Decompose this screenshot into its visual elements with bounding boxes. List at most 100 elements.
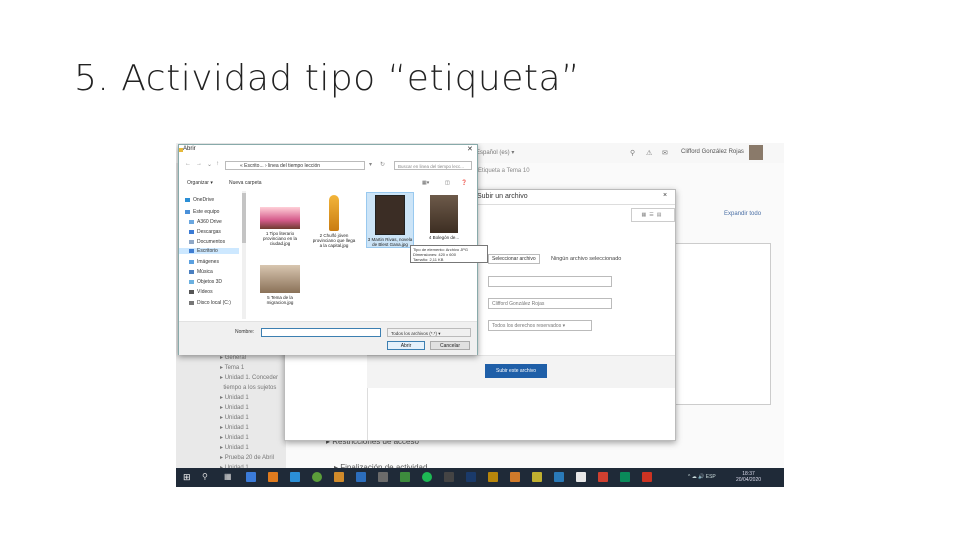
image-thumbnail	[260, 207, 300, 229]
license-select[interactable]: Todos los derechos reservados ▾	[488, 320, 592, 331]
preview-pane-icon[interactable]: ◫	[445, 180, 450, 186]
taskbar-app-icon[interactable]	[642, 472, 652, 482]
taskbar-app-icon[interactable]	[620, 472, 630, 482]
file-tile[interactable]: 1 Tipo literario provinciano en la ciuda…	[257, 193, 303, 246]
clock[interactable]: 18:37 20/04/2020	[736, 471, 761, 483]
view-mode-icons[interactable]: ▦☰▤	[631, 208, 675, 222]
cancel-button[interactable]: Cancelar	[430, 341, 470, 350]
taskbar: ⊞ ⚲ ▦ ^ ☁ 🔊 ESP 18:37 20/04/2020	[176, 468, 784, 487]
address-bar[interactable]: « Escrito... › linea del tiempo lección	[225, 161, 365, 170]
nav-item[interactable]: ▸ Unidad 1	[220, 403, 290, 413]
file-name: 2 Chulfó jóven provinciano que llega a l…	[312, 233, 356, 248]
up-arrow-icon[interactable]: ↑	[216, 161, 219, 167]
file-tile[interactable]: 2 Chulfó jóven provinciano que llega a l…	[311, 193, 357, 248]
close-icon[interactable]: ✕	[467, 145, 473, 153]
forward-arrow-icon[interactable]: →	[196, 161, 202, 167]
nav-item[interactable]: ▸ Unidad 1	[220, 413, 290, 423]
taskbar-app-icon[interactable]	[466, 472, 476, 482]
file-tile[interactable]: 5 Tema de la migracion.jpg	[257, 263, 303, 305]
vscode-icon[interactable]	[356, 472, 366, 482]
search-icon[interactable]: ⚲	[202, 472, 212, 482]
help-icon[interactable]: ❓	[461, 180, 467, 186]
course-nav: ▸ General ▸ Tema 1 ▸ Unidad 1. Conceder …	[220, 353, 290, 473]
tree-item-videos[interactable]: Vídeos	[189, 289, 213, 295]
tree-item-documents[interactable]: Documentos	[189, 239, 225, 245]
image-thumbnail	[430, 195, 458, 233]
task-view-icon[interactable]: ▦	[224, 472, 234, 482]
clock-date: 20/04/2020	[736, 477, 762, 483]
back-arrow-icon[interactable]: ←	[185, 161, 191, 167]
avatar[interactable]	[749, 145, 763, 160]
filetype-select[interactable]: Todos los archivos (*.*) ▾	[387, 328, 471, 337]
filename-input[interactable]	[261, 328, 381, 337]
nav-item[interactable]: ▸ Unidad 1	[220, 393, 290, 403]
messages-icon[interactable]: ✉	[662, 149, 668, 157]
tree-item-onedrive[interactable]: OneDrive	[185, 197, 214, 203]
nav-item[interactable]: ▸ Unidad 1	[220, 443, 290, 453]
organize-menu[interactable]: Organizar ▾	[187, 180, 213, 186]
save-as-field[interactable]	[488, 276, 612, 287]
dropdown-icon[interactable]: ▾	[369, 161, 372, 168]
nav-item[interactable]: ▸ Unidad 1. Conceder	[220, 373, 290, 383]
tree-item-music[interactable]: Música	[189, 269, 213, 275]
tree-item-downloads[interactable]: Descargas	[189, 229, 221, 235]
spotify-icon[interactable]	[422, 472, 432, 482]
nav-item[interactable]: ▸ Tema 1	[220, 363, 290, 373]
slide-title: 5. Actividad tipo “etiqueta”	[74, 58, 581, 99]
filename-label: Nombre:	[235, 329, 255, 335]
tree-item-this-pc[interactable]: Este equipo	[185, 209, 219, 215]
search-icon[interactable]: ⚲	[630, 149, 635, 157]
open-button[interactable]: Abrir	[387, 341, 425, 350]
expand-all-link[interactable]: Expandir todo	[724, 211, 761, 217]
nav-item[interactable]: tiempo a los sujetos	[220, 383, 290, 393]
windows-start-icon[interactable]: ⊞	[183, 473, 191, 482]
tree-item-3d-objects[interactable]: Objetos 3D	[189, 279, 222, 285]
no-file-text: Ningún archivo seleccionado	[551, 256, 622, 262]
file-tile-selected[interactable]: 3 Martin Rivas, novela de Blest Gana.jpg	[366, 192, 414, 248]
tooltip-size: Tamaño: 2,11 KB	[413, 257, 444, 262]
taskbar-app-icon[interactable]	[246, 472, 256, 482]
taskbar-app-icon[interactable]	[400, 472, 410, 482]
taskbar-app-icon[interactable]	[334, 472, 344, 482]
language-menu[interactable]: Español (es) ▾	[476, 149, 514, 156]
nav-item[interactable]: ▸ Prueba 20 de Abril	[220, 453, 290, 463]
system-tray[interactable]: ^ ☁ 🔊 ESP	[688, 474, 716, 480]
taskbar-app-icon[interactable]	[268, 472, 278, 482]
taskbar-app-icon[interactable]	[532, 472, 542, 482]
upload-button[interactable]: Subir este archivo	[485, 364, 547, 378]
file-tile[interactable]: 4 Bolegón de...	[421, 193, 467, 240]
close-icon[interactable]: ×	[663, 192, 667, 199]
image-thumbnail	[260, 265, 300, 293]
refresh-icon[interactable]: ↻	[380, 161, 385, 168]
file-name: 1 Tipo literario provinciano en la ciuda…	[262, 231, 298, 246]
taskbar-app-icon[interactable]	[598, 472, 608, 482]
view-options-icon[interactable]: ▦▾	[422, 180, 429, 186]
new-folder-button[interactable]: Nueva carpeta	[229, 180, 262, 186]
breadcrumb[interactable]: Etiqueta a Tema 10	[478, 168, 530, 174]
nav-item[interactable]: ▸ Unidad 1	[220, 423, 290, 433]
nav-item[interactable]: ▸ Unidad 1	[220, 433, 290, 443]
tree-item-pictures[interactable]: Imágenes	[189, 259, 219, 265]
navigation-tree: OneDrive Este equipo A360 Drive Descarga…	[179, 191, 243, 319]
taskbar-app-icon[interactable]	[576, 472, 586, 482]
search-input[interactable]: Buscar en linea del tiempo lecc...	[394, 161, 472, 170]
taskbar-app-icon[interactable]	[378, 472, 388, 482]
taskbar-app-icon[interactable]	[444, 472, 454, 482]
author-field[interactable]: Clifford González Rojas	[488, 298, 612, 309]
user-name[interactable]: Clifford González Rojas	[681, 149, 744, 155]
tree-item-desktop[interactable]: Escritorio	[179, 248, 239, 254]
taskbar-app-icon[interactable]	[510, 472, 520, 482]
notification-icon[interactable]: ⚠	[646, 149, 652, 157]
file-name: 5 Tema de la migracion.jpg	[266, 295, 294, 305]
screenshot: Español (es) ▾ ⚲ ⚠ ✉ Clifford González R…	[176, 143, 784, 487]
chevron-down-icon[interactable]: ⌄	[207, 161, 212, 168]
tree-item-a360[interactable]: A360 Drive	[189, 219, 222, 225]
scrollbar-thumb[interactable]	[242, 193, 246, 243]
tree-item-local-disk[interactable]: Disco local (C:)	[189, 300, 231, 306]
choose-file-button[interactable]: Seleccionar archivo	[488, 254, 540, 264]
chrome-icon[interactable]	[312, 472, 322, 482]
taskbar-app-icon[interactable]	[488, 472, 498, 482]
taskbar-app-icon[interactable]	[554, 472, 564, 482]
outlook-icon[interactable]	[290, 472, 300, 482]
modal-title: Subir un archivo	[477, 193, 528, 200]
